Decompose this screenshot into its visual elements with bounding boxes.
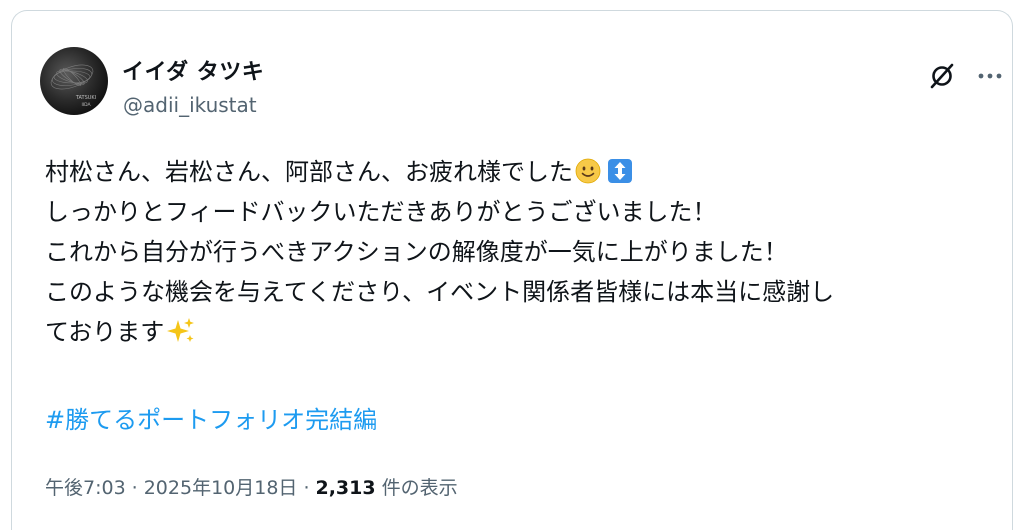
more-options-button[interactable]	[970, 59, 1010, 93]
views-label[interactable]: 件の表示	[382, 477, 458, 499]
tweet-line-3: これから自分が行うべきアクションの解像度が一気に上がりました！	[45, 238, 788, 266]
tweet-meta: 午後7:03 · 2025年10月18日 · 2,313 件の表示	[45, 473, 458, 500]
meta-separator-1: ·	[131, 477, 138, 499]
tweet-line-5: ております	[45, 312, 1005, 352]
grok-button[interactable]	[925, 59, 959, 93]
tweet-line-2: しっかりとフィードバックいただきありがとうございました！	[45, 198, 717, 226]
author-display-name[interactable]: イイダ タツキ	[122, 54, 264, 86]
tweet-time[interactable]: 午後7:03	[45, 477, 126, 499]
tweet-text: 村松さん、岩松さん、阿部さん、お疲れ様でした しっかりとフィードバックいただきあ…	[45, 152, 1005, 352]
sparkles-emoji	[167, 318, 195, 342]
hashtag-link[interactable]: #勝てるポートフォリオ完結編	[45, 400, 377, 435]
author-handle[interactable]: @adii_ikustat	[123, 93, 257, 117]
meta-separator-2: ·	[303, 477, 310, 499]
more-icon	[978, 73, 1002, 79]
tweet-card: TATSUKI IIDA イイダ タツキ @adii_ikustat 村松さん、…	[11, 10, 1013, 530]
up-down-arrow-emoji	[608, 159, 632, 183]
views-count[interactable]: 2,313	[315, 477, 375, 499]
tweet-line-1-text: 村松さん、岩松さん、阿部さん、お疲れ様でした	[45, 158, 573, 186]
slightly-smiling-face-emoji	[575, 158, 601, 184]
tweet-line-1: 村松さん、岩松さん、阿部さん、お疲れ様でした	[45, 152, 1005, 192]
grok-icon	[930, 63, 954, 89]
avatar[interactable]: TATSUKI IIDA	[40, 47, 108, 115]
tweet-line-4: このような機会を与えてくださり、イベント関係者皆様には本当に感謝し	[45, 278, 835, 306]
tweet-line-5-text: ております	[45, 318, 165, 346]
avatar-text-1: TATSUKI	[75, 95, 96, 101]
avatar-pattern-icon: TATSUKI IIDA	[50, 64, 96, 108]
tweet-date[interactable]: 2025年10月18日	[144, 477, 298, 499]
avatar-text-2: IIDA	[81, 102, 91, 108]
